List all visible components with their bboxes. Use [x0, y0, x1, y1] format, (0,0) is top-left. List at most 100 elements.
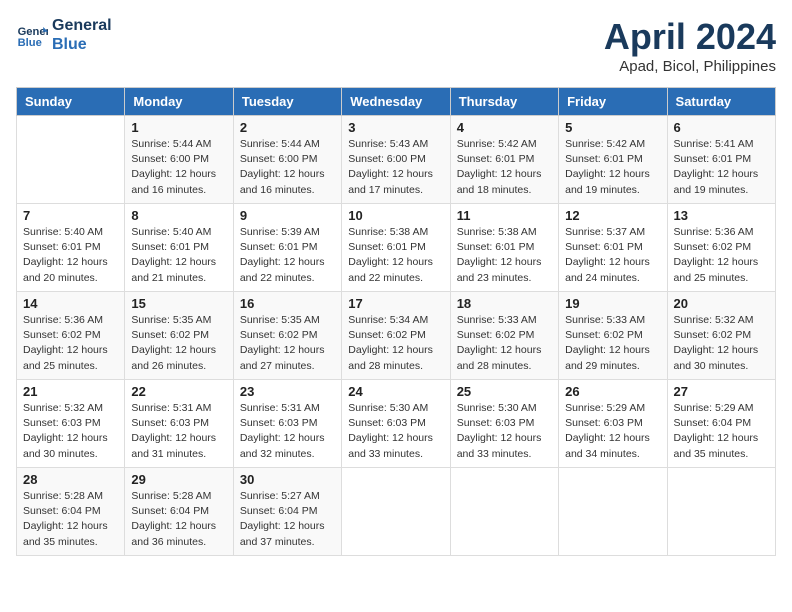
column-header-monday: Monday: [125, 88, 233, 116]
week-row-2: 7 Sunrise: 5:40 AMSunset: 6:01 PMDaylight…: [17, 204, 776, 292]
week-row-4: 21 Sunrise: 5:32 AMSunset: 6:03 PMDayligh…: [17, 380, 776, 468]
day-cell: [17, 116, 125, 204]
calendar-table: SundayMondayTuesdayWednesdayThursdayFrid…: [16, 87, 776, 556]
day-cell: 17 Sunrise: 5:34 AMSunset: 6:02 PMDayligh…: [342, 292, 450, 380]
day-info: Sunrise: 5:35 AMSunset: 6:02 PMDaylight:…: [131, 313, 226, 374]
day-cell: 28 Sunrise: 5:28 AMSunset: 6:04 PMDayligh…: [17, 468, 125, 556]
day-cell: [450, 468, 558, 556]
day-number: 22: [131, 384, 226, 399]
day-info: Sunrise: 5:28 AMSunset: 6:04 PMDaylight:…: [23, 489, 118, 550]
day-info: Sunrise: 5:34 AMSunset: 6:02 PMDaylight:…: [348, 313, 443, 374]
day-info: Sunrise: 5:29 AMSunset: 6:04 PMDaylight:…: [674, 401, 769, 462]
day-cell: 7 Sunrise: 5:40 AMSunset: 6:01 PMDaylight…: [17, 204, 125, 292]
column-header-saturday: Saturday: [667, 88, 775, 116]
day-number: 7: [23, 208, 118, 223]
day-cell: 22 Sunrise: 5:31 AMSunset: 6:03 PMDayligh…: [125, 380, 233, 468]
day-number: 16: [240, 296, 335, 311]
column-header-tuesday: Tuesday: [233, 88, 341, 116]
day-number: 8: [131, 208, 226, 223]
day-number: 12: [565, 208, 660, 223]
day-number: 6: [674, 120, 769, 135]
day-info: Sunrise: 5:33 AMSunset: 6:02 PMDaylight:…: [457, 313, 552, 374]
day-cell: 24 Sunrise: 5:30 AMSunset: 6:03 PMDayligh…: [342, 380, 450, 468]
day-info: Sunrise: 5:41 AMSunset: 6:01 PMDaylight:…: [674, 137, 769, 198]
day-info: Sunrise: 5:40 AMSunset: 6:01 PMDaylight:…: [131, 225, 226, 286]
day-number: 27: [674, 384, 769, 399]
day-number: 26: [565, 384, 660, 399]
day-cell: 2 Sunrise: 5:44 AMSunset: 6:00 PMDaylight…: [233, 116, 341, 204]
day-cell: 4Sunrise: 5:42 AMSunset: 6:01 PMDaylight…: [450, 116, 558, 204]
title-area: April 2024 Apad, Bicol, Philippines: [604, 16, 776, 75]
day-cell: 16 Sunrise: 5:35 AMSunset: 6:02 PMDayligh…: [233, 292, 341, 380]
day-info: Sunrise: 5:43 AMSunset: 6:00 PMDaylight:…: [348, 137, 443, 198]
day-number: 3: [348, 120, 443, 135]
column-header-friday: Friday: [559, 88, 667, 116]
day-number: 29: [131, 472, 226, 487]
day-info: Sunrise: 5:37 AMSunset: 6:01 PMDaylight:…: [565, 225, 660, 286]
column-header-wednesday: Wednesday: [342, 88, 450, 116]
day-info: Sunrise: 5:42 AMSunset: 6:01 PMDaylight:…: [457, 137, 552, 198]
day-info: Sunrise: 5:39 AMSunset: 6:01 PMDaylight:…: [240, 225, 335, 286]
column-header-thursday: Thursday: [450, 88, 558, 116]
day-number: 23: [240, 384, 335, 399]
day-number: 14: [23, 296, 118, 311]
day-cell: 11Sunrise: 5:38 AMSunset: 6:01 PMDayligh…: [450, 204, 558, 292]
column-header-sunday: Sunday: [17, 88, 125, 116]
day-cell: [667, 468, 775, 556]
day-info: Sunrise: 5:30 AMSunset: 6:03 PMDaylight:…: [457, 401, 552, 462]
day-number: 17: [348, 296, 443, 311]
logo-general: General: [52, 16, 112, 35]
day-info: Sunrise: 5:36 AMSunset: 6:02 PMDaylight:…: [23, 313, 118, 374]
day-cell: 8 Sunrise: 5:40 AMSunset: 6:01 PMDaylight…: [125, 204, 233, 292]
day-cell: 13 Sunrise: 5:36 AMSunset: 6:02 PMDayligh…: [667, 204, 775, 292]
day-cell: 25 Sunrise: 5:30 AMSunset: 6:03 PMDayligh…: [450, 380, 558, 468]
day-number: 1: [131, 120, 226, 135]
day-number: 15: [131, 296, 226, 311]
location-title: Apad, Bicol, Philippines: [604, 58, 776, 75]
month-title: April 2024: [604, 16, 776, 58]
day-cell: 10 Sunrise: 5:38 AMSunset: 6:01 PMDayligh…: [342, 204, 450, 292]
day-info: Sunrise: 5:32 AMSunset: 6:03 PMDaylight:…: [23, 401, 118, 462]
day-info: Sunrise: 5:33 AMSunset: 6:02 PMDaylight:…: [565, 313, 660, 374]
day-info: Sunrise: 5:40 AMSunset: 6:01 PMDaylight:…: [23, 225, 118, 286]
day-number: 24: [348, 384, 443, 399]
day-number: 9: [240, 208, 335, 223]
day-number: 21: [23, 384, 118, 399]
day-info: Sunrise: 5:28 AMSunset: 6:04 PMDaylight:…: [131, 489, 226, 550]
day-number: 19: [565, 296, 660, 311]
day-cell: 12 Sunrise: 5:37 AMSunset: 6:01 PMDayligh…: [559, 204, 667, 292]
day-cell: 30 Sunrise: 5:27 AMSunset: 6:04 PMDayligh…: [233, 468, 341, 556]
day-number: 18: [457, 296, 552, 311]
day-info: Sunrise: 5:42 AMSunset: 6:01 PMDaylight:…: [565, 137, 660, 198]
calendar-header-row: SundayMondayTuesdayWednesdayThursdayFrid…: [17, 88, 776, 116]
day-info: Sunrise: 5:38 AMSunset: 6:01 PMDaylight:…: [348, 225, 443, 286]
day-number: 30: [240, 472, 335, 487]
day-cell: 9 Sunrise: 5:39 AMSunset: 6:01 PMDaylight…: [233, 204, 341, 292]
day-info: Sunrise: 5:31 AMSunset: 6:03 PMDaylight:…: [131, 401, 226, 462]
day-number: 13: [674, 208, 769, 223]
day-number: 5: [565, 120, 660, 135]
day-info: Sunrise: 5:30 AMSunset: 6:03 PMDaylight:…: [348, 401, 443, 462]
week-row-3: 14 Sunrise: 5:36 AMSunset: 6:02 PMDayligh…: [17, 292, 776, 380]
logo-blue: Blue: [52, 35, 112, 54]
day-info: Sunrise: 5:27 AMSunset: 6:04 PMDaylight:…: [240, 489, 335, 550]
day-cell: 3 Sunrise: 5:43 AMSunset: 6:00 PMDaylight…: [342, 116, 450, 204]
page-header: General Blue General Blue April 2024 Apa…: [16, 16, 776, 75]
day-number: 10: [348, 208, 443, 223]
day-number: 11: [457, 208, 552, 223]
day-info: Sunrise: 5:44 AMSunset: 6:00 PMDaylight:…: [240, 137, 335, 198]
day-info: Sunrise: 5:32 AMSunset: 6:02 PMDaylight:…: [674, 313, 769, 374]
day-cell: 5 Sunrise: 5:42 AMSunset: 6:01 PMDaylight…: [559, 116, 667, 204]
day-cell: 1Sunrise: 5:44 AMSunset: 6:00 PMDaylight…: [125, 116, 233, 204]
day-cell: [559, 468, 667, 556]
day-cell: 26Sunrise: 5:29 AMSunset: 6:03 PMDayligh…: [559, 380, 667, 468]
day-cell: 15 Sunrise: 5:35 AMSunset: 6:02 PMDayligh…: [125, 292, 233, 380]
day-cell: 21 Sunrise: 5:32 AMSunset: 6:03 PMDayligh…: [17, 380, 125, 468]
day-number: 25: [457, 384, 552, 399]
day-info: Sunrise: 5:36 AMSunset: 6:02 PMDaylight:…: [674, 225, 769, 286]
day-number: 28: [23, 472, 118, 487]
day-cell: 29 Sunrise: 5:28 AMSunset: 6:04 PMDayligh…: [125, 468, 233, 556]
day-number: 2: [240, 120, 335, 135]
logo-icon: General Blue: [16, 19, 48, 51]
day-info: Sunrise: 5:35 AMSunset: 6:02 PMDaylight:…: [240, 313, 335, 374]
